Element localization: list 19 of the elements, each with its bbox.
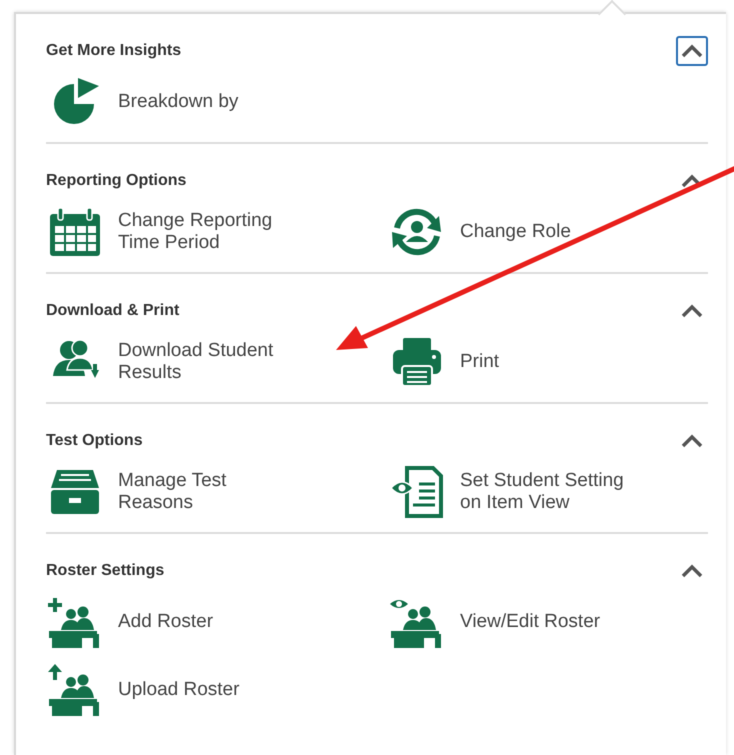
chevron-up-icon (681, 44, 703, 58)
menu-option[interactable]: Upload Roster (46, 662, 388, 718)
section-title: Roster Settings (46, 561, 164, 581)
menu-option[interactable]: Change Role (388, 204, 708, 260)
menu-option[interactable]: Manage Test Reasons (46, 464, 388, 520)
collapse-toggle[interactable] (676, 36, 708, 66)
chevron-up-icon (681, 564, 703, 578)
section-title: Download & Print (46, 301, 180, 321)
section-title: Reporting Options (46, 171, 186, 191)
chevron-up-icon (681, 434, 703, 448)
menu-option[interactable]: View/Edit Roster (388, 594, 708, 650)
chevron-up-icon (681, 304, 703, 318)
menu-option[interactable]: Print (388, 334, 708, 390)
section-title: Test Options (46, 431, 143, 451)
menu-option[interactable]: Change Reporting Time Period (46, 204, 388, 260)
section-title: Get More Insights (46, 41, 182, 61)
menu-option[interactable]: Set Student Setting on Item View (388, 464, 708, 520)
menu-option[interactable]: Add Roster (46, 594, 388, 650)
menu-option[interactable]: Breakdown by (46, 74, 388, 130)
